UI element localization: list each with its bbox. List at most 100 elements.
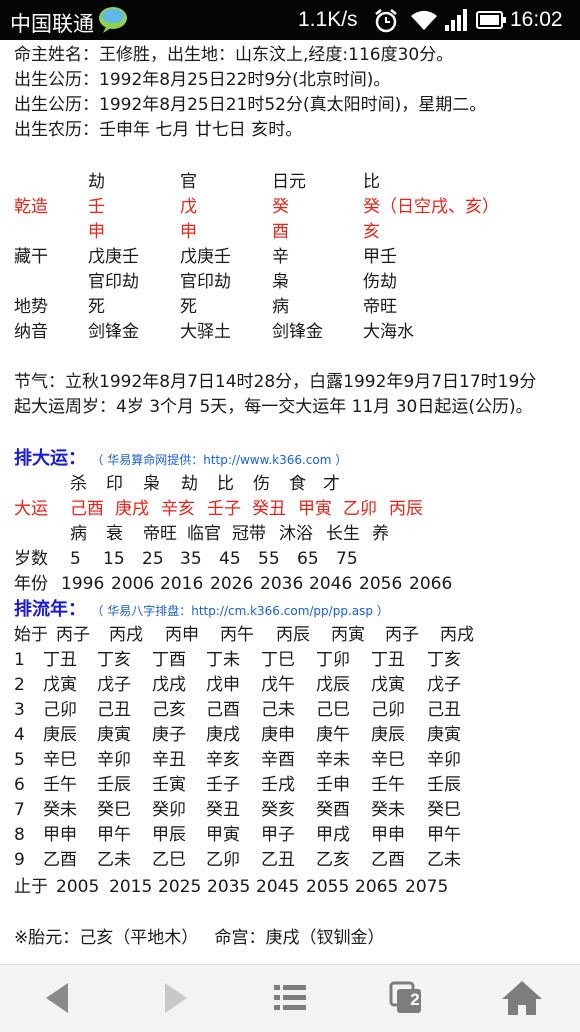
- year: 2016: [160, 574, 204, 594]
- canggan-label: 藏干: [14, 247, 48, 267]
- dayun-pillar: 乙卯: [343, 499, 377, 519]
- age: 75: [336, 549, 358, 569]
- liunian-cell: 丁亥: [427, 650, 461, 670]
- dayun-god: 比: [217, 474, 234, 494]
- row-number: 1: [14, 650, 25, 670]
- liunian-cell: 壬午: [371, 775, 405, 795]
- canggan-god: 枭: [272, 272, 289, 292]
- canggan: 戊庚壬: [88, 247, 139, 267]
- liunian-cell: 乙丑: [261, 850, 295, 870]
- dayun-stage: 沐浴: [279, 524, 313, 544]
- row-number: 7: [14, 800, 25, 820]
- stem: 癸（日空戌、亥）: [363, 197, 499, 217]
- liunian-cell: 戊子: [427, 675, 461, 695]
- end-year: 2055: [306, 877, 350, 897]
- age: 65: [297, 549, 319, 569]
- back-button[interactable]: [28, 975, 88, 1021]
- nayin: 大驿土: [180, 322, 231, 342]
- liunian-cell: 庚子: [152, 725, 186, 745]
- dayun-stage: 长生: [326, 524, 360, 544]
- liunian-cell: 乙亥: [316, 850, 350, 870]
- liunian-cell: 癸酉: [316, 800, 350, 820]
- dayun-pillar: 辛亥: [161, 499, 195, 519]
- liunian-source-link[interactable]: （ 华易八字排盘：http://cm.k366.com/pp/pp.asp ）: [91, 604, 388, 618]
- liunian-cell: 戊子: [97, 675, 131, 695]
- dayun-god: 印: [106, 474, 123, 494]
- years-label: 年份: [14, 574, 48, 594]
- liunian-cell: 辛亥: [206, 750, 240, 770]
- start-cell: 丙子: [56, 625, 90, 645]
- dayun-source-link[interactable]: （ 华易算命网提供：http://www.k366.com ）: [91, 453, 347, 467]
- liunian-cell: 癸巳: [97, 800, 131, 820]
- dishi: 帝旺: [363, 297, 397, 317]
- liunian-cell: 甲寅: [206, 825, 240, 845]
- liunian-cell: 丁酉: [152, 650, 186, 670]
- ages-label: 岁数: [14, 549, 48, 569]
- liunian-cell: 甲子: [261, 825, 295, 845]
- dayun-label: 大运: [14, 499, 48, 519]
- end-year: 2045: [256, 877, 300, 897]
- stem: 癸: [272, 197, 289, 217]
- liunian-cell: 乙未: [427, 850, 461, 870]
- year: 1996: [61, 574, 105, 594]
- dayun-god: 杀: [70, 474, 87, 494]
- dayun-stage: 养: [372, 524, 389, 544]
- start-cell: 丙午: [220, 625, 254, 645]
- canggan-god: 官印劫: [180, 272, 231, 292]
- tabs-count-badge: 2: [410, 990, 420, 1009]
- network-speed: 1.1K/s: [298, 8, 358, 31]
- canggan: 甲壬: [363, 247, 397, 267]
- branch: 申: [180, 222, 197, 242]
- signal-icon: [445, 9, 467, 31]
- liunian-cell: 己丑: [427, 700, 461, 720]
- age: 55: [258, 549, 280, 569]
- start-cell: 丙寅: [331, 625, 365, 645]
- home-button[interactable]: [492, 975, 552, 1021]
- forward-button[interactable]: [145, 975, 205, 1021]
- liunian-cell: 庚午: [316, 725, 350, 745]
- tabs-button[interactable]: 2: [375, 975, 435, 1021]
- dayun-god: 枭: [143, 474, 160, 494]
- year: 2036: [260, 574, 304, 594]
- jieqi-line: 节气：立秋1992年8月7日14时28分，白露1992年9月7日17时19分: [14, 372, 537, 392]
- liunian-heading: 排流年： （ 华易八字排盘：http://cm.k366.com/pp/pp.a…: [14, 598, 389, 623]
- dayun-god: 食: [289, 474, 306, 494]
- god-label: 官: [180, 172, 197, 192]
- end-year: 2025: [158, 877, 202, 897]
- liunian-cell: 壬辰: [97, 775, 131, 795]
- dayun-stage: 帝旺: [143, 524, 177, 544]
- row-number: 8: [14, 825, 25, 845]
- taiyuan-minggong-line: ※胎元：己亥（平地木） 命宫：庚戌（钗钏金）: [14, 928, 385, 948]
- dayun-pillar: 丙辰: [389, 499, 423, 519]
- end-year: 2005: [56, 877, 100, 897]
- year: 2026: [210, 574, 254, 594]
- liunian-cell: 己酉: [206, 700, 240, 720]
- liunian-cell: 丁丑: [43, 650, 77, 670]
- start-cell: 丙辰: [276, 625, 310, 645]
- alarm-clock-icon: [375, 9, 397, 33]
- dayun-pillar: 甲寅: [298, 499, 332, 519]
- dayun-pillar: 癸丑: [252, 499, 286, 519]
- start-cell: 丙申: [165, 625, 199, 645]
- back-arrow-icon: [46, 983, 68, 1013]
- home-icon: [502, 981, 542, 1015]
- liunian-cell: 甲申: [371, 825, 405, 845]
- liunian-cell: 乙酉: [371, 850, 405, 870]
- liunian-title: 排流年：: [14, 599, 86, 620]
- forward-arrow-icon: [165, 983, 187, 1013]
- liunian-cell: 甲申: [43, 825, 77, 845]
- liunian-cell: 乙卯: [206, 850, 240, 870]
- age: 15: [103, 549, 125, 569]
- liunian-cell: 癸未: [43, 800, 77, 820]
- liunian-cell: 丁未: [206, 650, 240, 670]
- liunian-cell: 辛未: [316, 750, 350, 770]
- liunian-cell: 己丑: [97, 700, 131, 720]
- god-label: 比: [363, 172, 380, 192]
- canggan: 辛: [272, 247, 289, 267]
- liunian-cell: 戊午: [261, 675, 295, 695]
- status-bar: 中国联通 1.1K/s 16:02: [0, 0, 580, 40]
- liunian-cell: 戊寅: [43, 675, 77, 695]
- liunian-cell: 乙巳: [152, 850, 186, 870]
- liunian-cell: 辛卯: [97, 750, 131, 770]
- menu-button[interactable]: [260, 975, 320, 1021]
